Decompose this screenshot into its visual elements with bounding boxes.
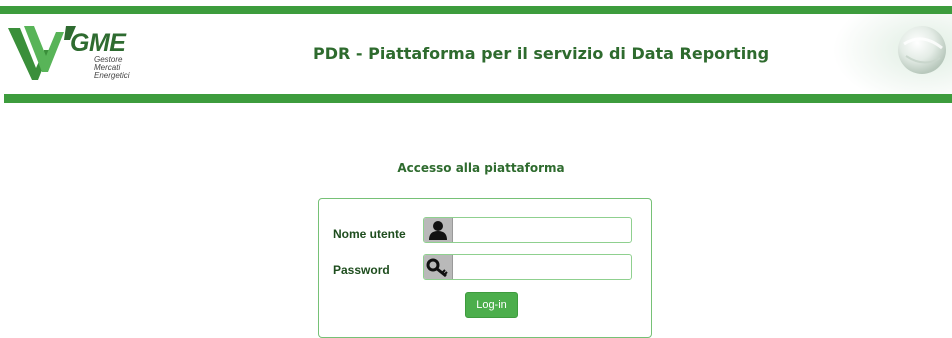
gme-logo-mark-icon (8, 26, 76, 80)
logo-wordmark: GME (70, 29, 126, 57)
username-input[interactable] (453, 218, 631, 242)
gme-logo: GME Gestore Mercati Energetici (6, 24, 146, 84)
header-bottom-bar (4, 94, 952, 103)
decorative-sphere-icon (820, 14, 952, 94)
password-field (423, 254, 632, 280)
header: GME Gestore Mercati Energetici PDR - Pia… (0, 14, 952, 94)
username-label: Nome utente (333, 227, 406, 241)
username-field (423, 217, 632, 243)
section-title: Accesso alla piattaforma (397, 161, 565, 175)
login-button[interactable]: Log-in (465, 292, 518, 318)
header-top-bar (0, 6, 952, 14)
user-icon (424, 218, 453, 242)
login-form: Nome utente Password Log-in (318, 198, 652, 338)
logo-subtitle: Gestore Mercati Energetici (94, 55, 130, 80)
key-icon (424, 255, 453, 279)
page-title: PDR - Piattaforma per il servizio di Dat… (313, 44, 770, 63)
password-input[interactable] (453, 255, 631, 279)
password-label: Password (333, 263, 390, 277)
